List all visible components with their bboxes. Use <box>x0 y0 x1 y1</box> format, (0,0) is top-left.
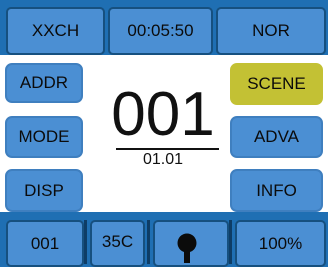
addr-button[interactable]: ADDR <box>5 63 83 103</box>
disp-button[interactable]: DISP <box>5 169 83 212</box>
timer-cell[interactable]: 00:05:50 <box>108 7 213 55</box>
sub-address-display: 01.01 <box>142 151 184 168</box>
mode-status-cell[interactable]: NOR <box>216 7 326 55</box>
info-button-label: INFO <box>256 180 297 200</box>
adva-button[interactable]: ADVA <box>230 116 323 158</box>
mode-button[interactable]: MODE <box>5 116 83 158</box>
disp-button-label: DISP <box>24 180 64 200</box>
address-display: 001 <box>111 80 215 149</box>
info-button[interactable]: INFO <box>230 169 323 212</box>
timer-label: 00:05:50 <box>127 21 194 40</box>
temperature-cell[interactable]: 35C <box>90 220 145 267</box>
level-label: 100% <box>258 233 303 253</box>
adva-button-label: ADVA <box>253 127 300 146</box>
channel-cell[interactable]: XXCH <box>6 7 105 55</box>
level-cell[interactable]: 100% <box>235 220 326 267</box>
control-panel-screen: XXCH 00:05:50 NOR ADDR MODE DISP SCENE A… <box>0 0 328 267</box>
scene-button-label: SCENE <box>247 74 306 93</box>
bottom-separator <box>84 220 87 264</box>
display-underline <box>116 148 219 150</box>
addr-button-label: ADDR <box>19 73 69 92</box>
mode-button-label: MODE <box>18 127 70 146</box>
temperature-label: 35C <box>101 232 134 251</box>
keyhole-icon <box>177 233 197 263</box>
bottom-separator <box>229 220 232 264</box>
channel-label: XXCH <box>31 21 80 40</box>
bottom-field-1[interactable]: 001 <box>6 220 84 267</box>
scene-button[interactable]: SCENE <box>230 63 323 105</box>
mode-status-label: NOR <box>252 21 290 40</box>
bottom-separator <box>147 220 150 264</box>
bottom-field-1-label: 001 <box>30 233 60 253</box>
